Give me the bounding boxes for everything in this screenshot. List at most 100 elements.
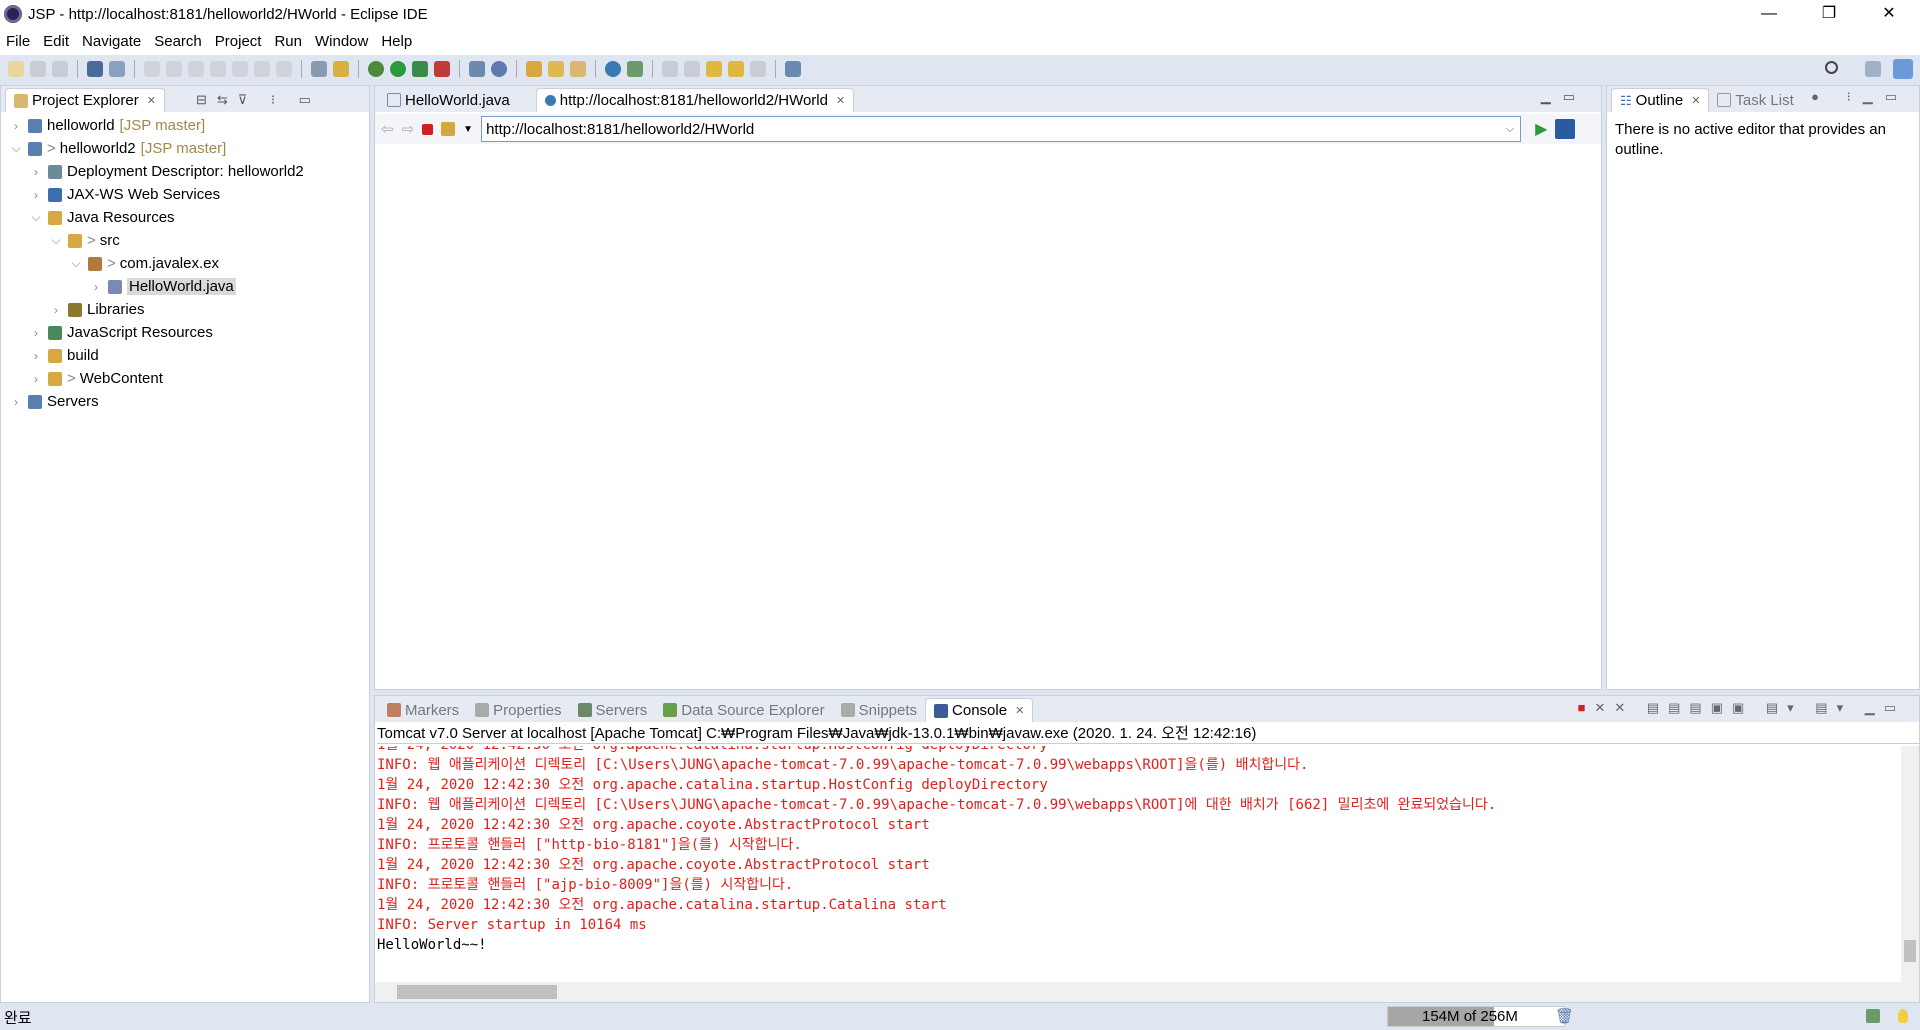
- terminal-icon[interactable]: [87, 61, 103, 77]
- tab-task-list[interactable]: Task List: [1709, 88, 1801, 112]
- console-toolbar[interactable]: ■✕✕ ▤▤▤▣▣ ▤▾ ▤▾ ▁▭: [1578, 700, 1905, 716]
- menu-help[interactable]: Help: [381, 33, 412, 50]
- dropdown-icon[interactable]: ▼: [463, 124, 473, 135]
- close-icon[interactable]: ✕: [836, 94, 845, 107]
- chevron-down-icon[interactable]: ⌵: [9, 141, 23, 156]
- close-icon[interactable]: ✕: [1015, 704, 1024, 717]
- chevron-down-icon[interactable]: ⌵: [29, 210, 43, 225]
- chevron-down-icon[interactable]: ⌵: [69, 256, 83, 271]
- globe-icon[interactable]: [605, 61, 621, 77]
- editor-min-max[interactable]: ▁▭: [1541, 89, 1587, 105]
- tree-item[interactable]: › Deployment Descriptor: helloworld2: [1, 160, 369, 183]
- chevron-down-icon[interactable]: ⌵: [49, 233, 63, 248]
- tab-browser[interactable]: http://localhost:8181/helloworld2/HWorld…: [535, 88, 855, 112]
- heap-status[interactable]: 154M of 256M: [1387, 1006, 1565, 1027]
- close-icon[interactable]: ✕: [1691, 94, 1700, 107]
- tab-data-source-explorer[interactable]: Data Source Explorer: [655, 698, 832, 722]
- tab-properties[interactable]: Properties: [467, 698, 569, 722]
- menu-edit[interactable]: Edit: [43, 33, 69, 50]
- annotation-icon[interactable]: [627, 61, 643, 77]
- minimize-button[interactable]: —: [1740, 0, 1798, 28]
- back-icon[interactable]: ⇦: [381, 120, 394, 138]
- stop-icon[interactable]: [422, 123, 434, 135]
- chevron-right-icon[interactable]: ›: [29, 165, 43, 179]
- menu-window[interactable]: Window: [315, 33, 368, 50]
- chevron-right-icon[interactable]: ›: [89, 280, 103, 294]
- tip-lightbulb-icon[interactable]: [1898, 1009, 1908, 1023]
- scrollbar-thumb[interactable]: [1904, 940, 1916, 962]
- use-step-filters-icon[interactable]: [311, 61, 327, 77]
- step-over-icon[interactable]: [254, 61, 270, 77]
- save-all-icon[interactable]: [52, 61, 68, 77]
- menu-navigate[interactable]: Navigate: [82, 33, 141, 50]
- terminate-icon[interactable]: [188, 61, 204, 77]
- open-external-browser-icon[interactable]: [1555, 119, 1576, 139]
- vertical-scrollbar[interactable]: [1901, 746, 1919, 982]
- forward-icon[interactable]: ⇨: [402, 120, 415, 138]
- garbage-collect-icon[interactable]: 🗑: [1555, 1007, 1574, 1025]
- tree-item[interactable]: › build: [1, 344, 369, 367]
- step-into-icon[interactable]: [232, 61, 248, 77]
- tree-item[interactable]: › HelloWorld.java: [1, 275, 369, 298]
- close-icon[interactable]: ✕: [147, 94, 156, 107]
- go-icon[interactable]: ▶: [1535, 119, 1547, 139]
- outline-view-menu[interactable]: ● ⁝▁▭: [1811, 89, 1909, 105]
- debug-icon[interactable]: [368, 61, 384, 77]
- tab-servers[interactable]: Servers: [570, 698, 656, 722]
- tree-item[interactable]: › JAX-WS Web Services: [1, 183, 369, 206]
- resume-icon[interactable]: [144, 61, 160, 77]
- chevron-right-icon[interactable]: ›: [29, 372, 43, 386]
- disconnect-icon[interactable]: [210, 61, 226, 77]
- menu-run[interactable]: Run: [274, 33, 302, 50]
- suspend-icon[interactable]: [166, 61, 182, 77]
- tree-item[interactable]: › helloworld [JSP master]: [1, 114, 369, 137]
- chevron-right-icon[interactable]: ›: [29, 349, 43, 363]
- close-button[interactable]: ✕: [1860, 0, 1918, 28]
- refresh-icon[interactable]: [441, 122, 456, 136]
- skip-breakpoints-icon[interactable]: [109, 61, 125, 77]
- tree-item[interactable]: › Libraries: [1, 298, 369, 321]
- open-folder-icon[interactable]: [548, 61, 564, 77]
- forward-icon[interactable]: [750, 61, 766, 77]
- prev-annotation-icon[interactable]: [684, 61, 700, 77]
- last-edit-icon[interactable]: [706, 61, 722, 77]
- tab-helloworld-java[interactable]: HelloWorld.java: [379, 88, 518, 112]
- search-tool-icon[interactable]: [570, 61, 586, 77]
- chevron-right-icon[interactable]: ›: [29, 326, 43, 340]
- save-icon[interactable]: [30, 61, 46, 77]
- pin-editor-icon[interactable]: [785, 61, 801, 77]
- tab-console[interactable]: Console ✕: [925, 698, 1034, 722]
- toggle-icon[interactable]: [333, 61, 349, 77]
- tree-item[interactable]: ⌵ > src: [1, 229, 369, 252]
- tab-markers[interactable]: Markers: [379, 698, 467, 722]
- open-perspective-icon[interactable]: [1865, 61, 1881, 77]
- tab-outline[interactable]: ☷ Outline ✕: [1611, 88, 1710, 112]
- next-annotation-icon[interactable]: [662, 61, 678, 77]
- scrollbar-thumb[interactable]: [397, 985, 557, 999]
- search-icon[interactable]: [1825, 61, 1838, 74]
- new-server-icon[interactable]: [469, 61, 485, 77]
- url-input[interactable]: http://localhost:8181/helloworld2/HWorld…: [481, 116, 1522, 142]
- menu-search[interactable]: Search: [154, 33, 202, 50]
- chevron-down-icon[interactable]: ⌵: [1506, 123, 1514, 136]
- back-icon[interactable]: [728, 61, 744, 77]
- tree-item[interactable]: ⌵ > helloworld2 [JSP master]: [1, 137, 369, 160]
- tree-item[interactable]: › > WebContent: [1, 367, 369, 390]
- chevron-right-icon[interactable]: ›: [49, 303, 63, 317]
- coverage-icon[interactable]: [412, 61, 428, 77]
- external-tools-icon[interactable]: [434, 61, 450, 77]
- open-type-icon[interactable]: [526, 61, 542, 77]
- console-output[interactable]: 1월 24, 2020 12:42:30 오전 org.apache.catal…: [377, 746, 1899, 982]
- view-toolbar[interactable]: ⊟⇆⊽ ⁝ ▭: [196, 92, 321, 108]
- tree-item[interactable]: ⌵ > com.javalex.ex: [1, 252, 369, 275]
- tree-item[interactable]: ⌵ Java Resources: [1, 206, 369, 229]
- run-icon[interactable]: [390, 61, 406, 77]
- restore-button[interactable]: ❐: [1800, 0, 1858, 28]
- horizontal-scrollbar[interactable]: [375, 982, 1919, 1002]
- jee-perspective-icon[interactable]: [1893, 59, 1913, 79]
- tree-item[interactable]: › Servers: [1, 390, 369, 413]
- chevron-right-icon[interactable]: ›: [9, 395, 23, 409]
- new-icon[interactable]: [8, 61, 24, 77]
- chevron-right-icon[interactable]: ›: [9, 119, 23, 133]
- menu-project[interactable]: Project: [215, 33, 262, 50]
